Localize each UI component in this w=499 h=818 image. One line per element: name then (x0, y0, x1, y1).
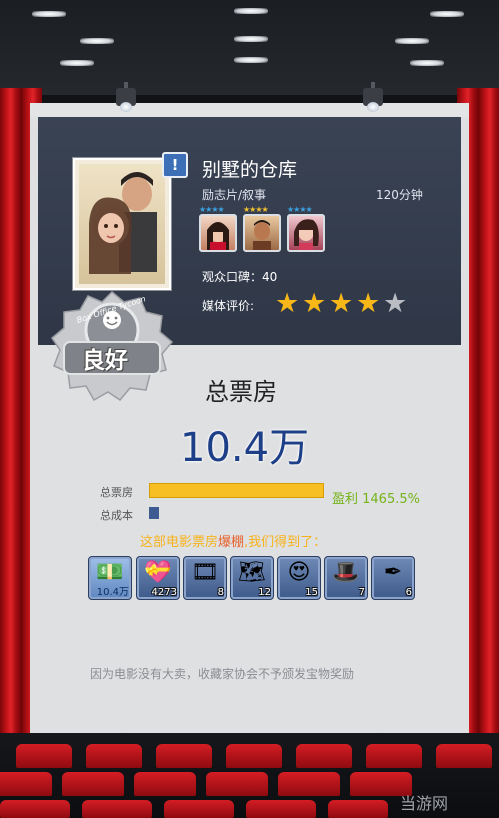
ceiling-light (410, 60, 444, 66)
actor-avatar[interactable] (243, 214, 281, 252)
reward-item[interactable]: 😍 15 (277, 556, 321, 600)
heart-gift-icon: 💝 (144, 560, 172, 585)
actor-rating-stars: ★★★★ (243, 205, 269, 214)
ceiling-light (60, 60, 94, 66)
seat (296, 744, 352, 768)
seat (328, 800, 388, 818)
ceiling-light (234, 36, 268, 42)
poster-art (89, 172, 157, 274)
reward-count: 6 (405, 587, 412, 598)
reward-item[interactable]: ✒ 6 (371, 556, 415, 600)
actor-avatar[interactable] (199, 214, 237, 252)
reward-item[interactable]: 💵 10.4万 (88, 556, 132, 600)
seat (82, 800, 152, 818)
love-face-icon: 😍 (287, 560, 311, 585)
audience-rating: 观众口碑：40 (202, 270, 278, 284)
ceiling-light (395, 38, 429, 44)
cost-bar-label: 总成本 (100, 509, 133, 522)
screen-top-bar (30, 103, 469, 117)
box-office-heading: 总票房 (205, 378, 277, 406)
collector-notice: 因为电影没有大卖，收藏家协会不予颁发宝物奖励 (90, 667, 355, 681)
actor-avatar[interactable] (287, 214, 325, 252)
reward-item[interactable]: 🎩 7 (324, 556, 368, 600)
movie-duration: 120分钟 (376, 188, 423, 202)
seat (16, 744, 72, 768)
seat (134, 772, 196, 796)
box-office-value: 10.4万 (180, 425, 310, 471)
rating-badge-text: 良好 (82, 348, 128, 374)
reward-count: 15 (305, 587, 318, 598)
spotlight-icon (360, 82, 386, 114)
ceiling-light (234, 57, 268, 63)
movie-poster (73, 158, 171, 290)
profit-label: 盈利 1465.5% (332, 492, 420, 507)
star-icon: ★ (356, 288, 381, 319)
cost-bar (149, 507, 159, 519)
seat (0, 772, 52, 796)
rewards-heading-suffix: ,我们得到了： (244, 535, 327, 550)
spotlight-icon (113, 82, 139, 114)
actor-rating-stars: ★★★★ (287, 205, 313, 214)
seat (226, 744, 282, 768)
money-icon: 💵 (96, 560, 124, 585)
seat (366, 744, 422, 768)
seat (246, 800, 316, 818)
seat (206, 772, 268, 796)
star-icon: ★ (275, 288, 300, 319)
seat (278, 772, 340, 796)
actor-rating-stars: ★★★★ (199, 205, 225, 214)
reward-count: 8 (217, 587, 224, 598)
pen-icon: ✒ (383, 560, 403, 585)
exclamation-icon[interactable]: ! (162, 152, 188, 178)
reward-item[interactable]: 🗺 12 (230, 556, 274, 600)
reward-count: 10.4万 (96, 587, 129, 598)
gross-bar-label: 总票房 (100, 486, 133, 499)
reward-count: 7 (358, 587, 365, 598)
star-icon: ★ (302, 288, 327, 319)
seat (164, 800, 234, 818)
star-empty-icon: ★ (383, 288, 408, 319)
gross-bar (149, 483, 324, 498)
reward-item[interactable]: 💝 4273 (136, 556, 180, 600)
ceiling-light (32, 11, 66, 17)
watermark: 当游网 (400, 794, 449, 813)
movie-title: 别墅的仓库 (202, 159, 298, 181)
theater-ceiling (0, 0, 499, 95)
reward-count: 4273 (151, 587, 177, 598)
ceiling-light (234, 8, 268, 14)
media-rating-label: 媒体评价: (202, 299, 255, 313)
rewards-heading: 这部电影票房爆棚,我们得到了： (140, 531, 326, 550)
blueprint-icon: 🗺 (238, 560, 266, 585)
ceiling-light (430, 11, 464, 17)
reward-count: 12 (258, 587, 271, 598)
reward-item[interactable]: 🎞 8 (183, 556, 227, 600)
rewards-heading-highlight: 爆棚 (218, 535, 245, 550)
seat (0, 800, 70, 818)
seat (156, 744, 212, 768)
seat (86, 744, 142, 768)
movie-genre: 励志片/叙事 (202, 188, 267, 202)
rewards-heading-prefix: 这部电影票房 (140, 535, 219, 550)
ceiling-light (80, 38, 114, 44)
seat (62, 772, 124, 796)
star-icon: ★ (329, 288, 354, 319)
seat (436, 744, 492, 768)
film-reel-icon: 🎞 (191, 560, 219, 585)
hat-icon: 🎩 (332, 560, 360, 585)
